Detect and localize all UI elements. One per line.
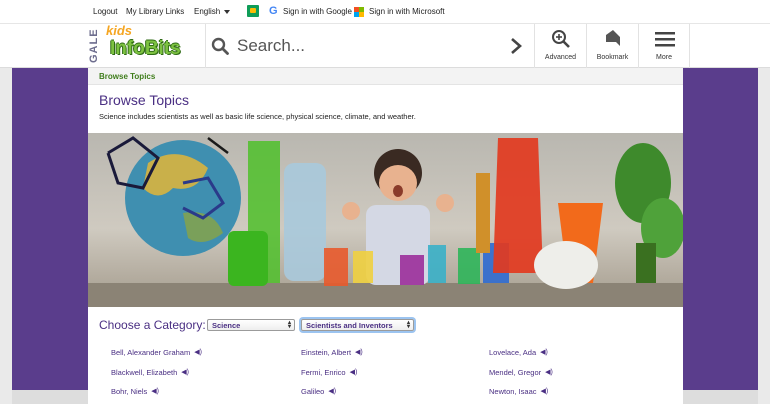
speaker-icon[interactable]: ◀︎) [545,368,553,376]
topic-column-2: Einstein, Albert ◀︎) Fermi, Enrico ◀︎) Gal… [301,348,363,404]
subject-select[interactable]: Science ▴ ▾ [207,319,295,331]
speaker-icon[interactable]: ◀︎) [181,368,189,376]
microsoft-icon [354,7,364,17]
speaker-icon[interactable]: ◀︎) [328,387,336,395]
subject-select-value: Science [212,321,241,330]
topic-name: Bell, Alexander Graham [111,348,191,357]
topic-name: Bohr, Niels [111,387,148,396]
topic-column-3: Lovelace, Ada ◀︎) Mendel, Gregor ◀︎) Newto… [489,348,553,404]
sign-in-microsoft-link[interactable]: Sign in with Microsoft [369,7,445,16]
topic-link[interactable]: Lovelace, Ada ◀︎) [489,348,553,368]
kids-logo-text: kids [106,23,133,38]
page-edge-left [0,68,12,404]
topic-link[interactable]: Newton, Isaac ◀︎) [489,387,553,404]
speaker-icon[interactable]: ◀︎) [540,348,548,356]
background-frame-right [683,68,758,390]
sign-in-google-link[interactable]: Sign in with Google [283,7,352,16]
select-arrows-icon: ▴ ▾ [406,320,410,330]
page-description: Science includes scientists as well as b… [99,112,416,121]
more-label: More [656,54,672,61]
advanced-label: Advanced [544,54,577,61]
science-lab-illustration [88,136,683,307]
logo[interactable]: GALE kids InfoBits [88,23,206,68]
google-classroom-icon[interactable] [247,5,259,17]
speaker-icon[interactable]: ◀︎) [355,348,363,356]
page-title: Browse Topics [99,92,190,108]
bookmark-icon [606,30,620,46]
topic-name: Mendel, Gregor [489,367,542,377]
category-label: Choose a Category: [99,318,206,332]
speaker-icon[interactable]: ◀︎) [350,368,358,376]
google-icon: G [269,5,278,17]
topic-link[interactable]: Mendel, Gregor ◀︎) [489,368,553,388]
advanced-search-button[interactable]: Advanced [534,24,586,68]
topic-name: Galileo [301,387,325,396]
topic-link[interactable]: Galileo ◀︎) [301,387,363,404]
main-content: Browse Topics Browse Topics Science incl… [88,68,683,404]
topic-link[interactable]: Einstein, Albert ◀︎) [301,348,363,368]
search-icon[interactable] [211,37,229,55]
topic-name: Fermi, Enrico [301,367,346,377]
search-input[interactable]: Search... [237,36,305,56]
menu-icon [655,32,675,47]
speaker-icon[interactable]: ◀︎) [194,348,202,356]
chevron-right-icon[interactable] [509,36,523,56]
topic-column-1: Bell, Alexander Graham ◀︎) Blackwell, Eli… [111,348,202,404]
speaker-icon[interactable]: ◀︎) [541,387,549,395]
bookmark-button[interactable]: Bookmark [586,24,638,68]
gale-logo-text: GALE [88,28,100,64]
topic-link[interactable]: Blackwell, Elizabeth ◀︎) [111,368,202,388]
breadcrumb[interactable]: Browse Topics [99,72,155,81]
topic-name: Blackwell, Elizabeth [111,367,178,377]
topic-link[interactable]: Bell, Alexander Graham ◀︎) [111,348,202,368]
topic-select[interactable]: Scientists and Inventors ▴ ▾ [301,319,414,331]
my-library-links[interactable]: My Library Links [126,7,184,16]
hero-image [88,133,683,307]
header: GALE kids InfoBits Search... Advanced Bo… [0,23,770,68]
chevron-down-icon [224,9,231,14]
topic-link[interactable]: Fermi, Enrico ◀︎) [301,368,363,388]
utility-bar: Logout My Library Links English G Sign i… [0,0,770,24]
logout-link[interactable]: Logout [93,7,117,16]
topic-name: Newton, Isaac [489,387,537,396]
advanced-search-icon [552,30,570,48]
topic-name: Einstein, Albert [301,348,352,357]
page-edge-right [758,68,770,404]
infobits-logo-text: InfoBits [110,38,181,59]
language-selector[interactable]: English [194,7,231,16]
topic-select-value: Scientists and Inventors [306,321,393,330]
speaker-icon[interactable]: ◀︎) [151,387,159,395]
background-frame-left [12,68,88,390]
more-button[interactable]: More [638,24,690,68]
select-arrows-icon: ▴ ▾ [287,320,291,330]
topic-name: Lovelace, Ada [489,348,537,357]
bookmark-label: Bookmark [596,54,629,61]
language-label: English [194,7,221,16]
breadcrumb-bar: Browse Topics [88,68,683,85]
topic-link[interactable]: Bohr, Niels ◀︎) [111,387,202,404]
